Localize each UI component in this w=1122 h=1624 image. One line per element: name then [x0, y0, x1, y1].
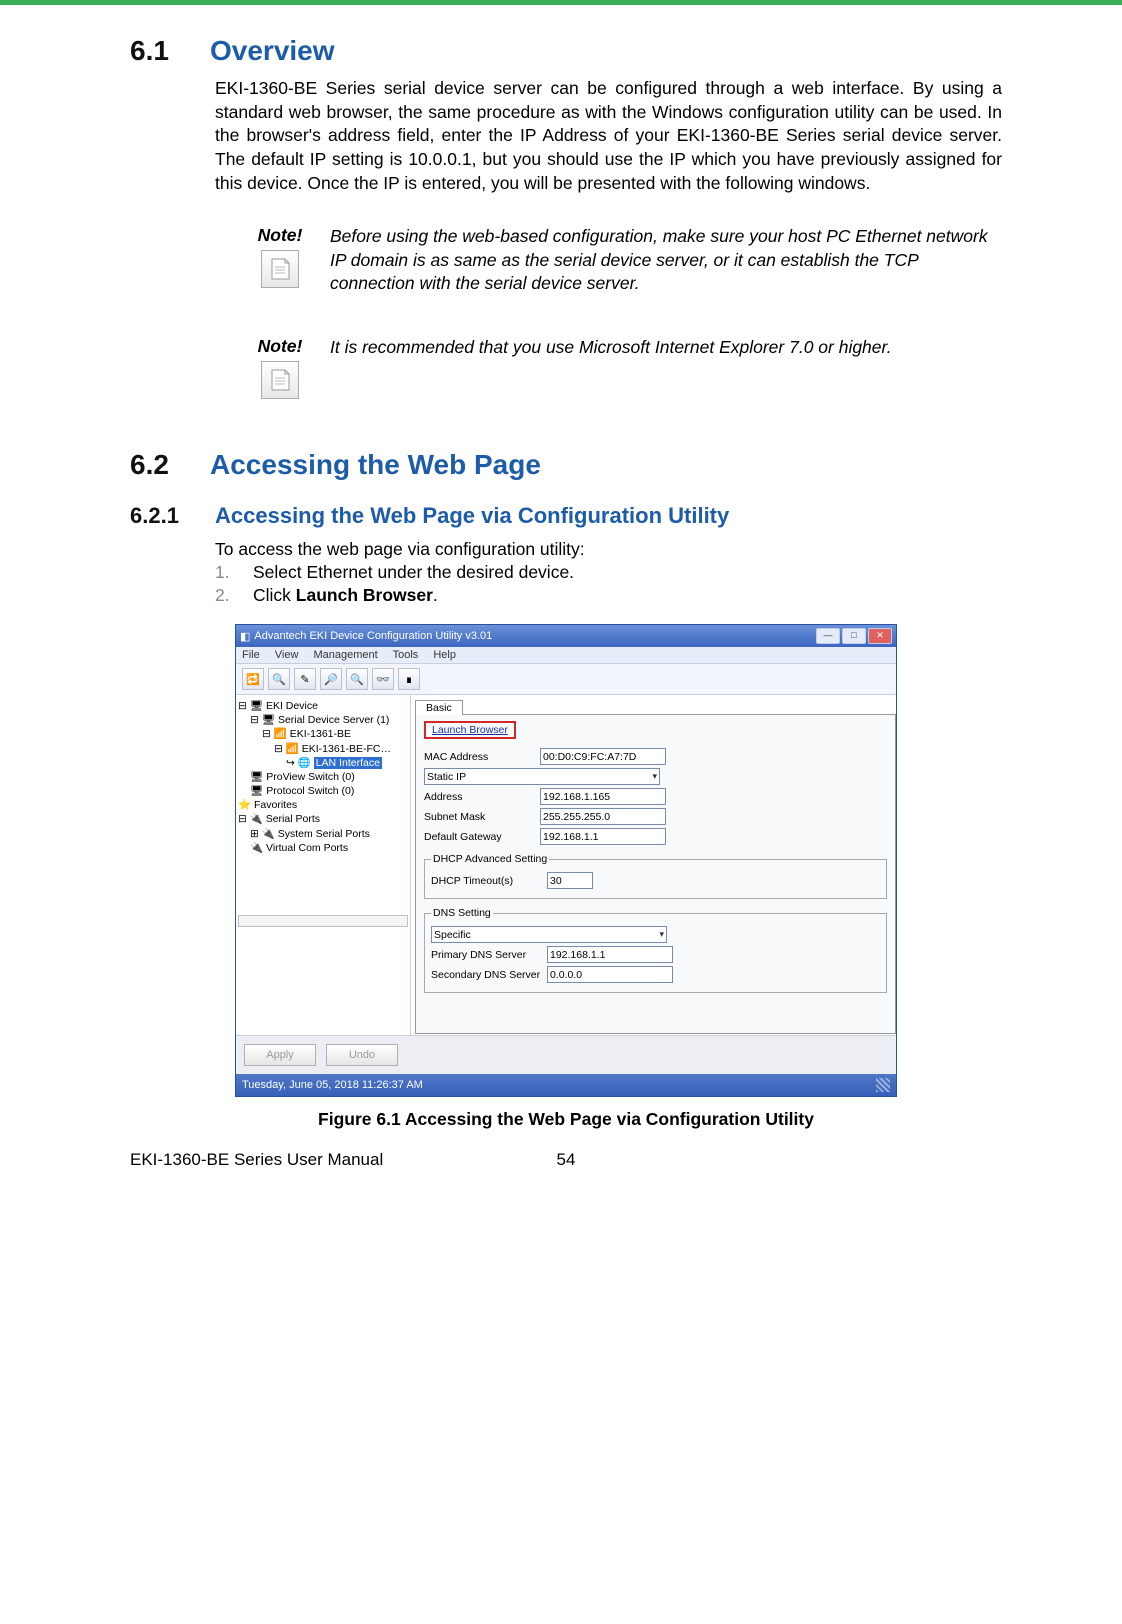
note-text: Before using the web-based configuration… [330, 225, 1002, 296]
maximize-button[interactable]: □ [842, 628, 866, 644]
dns1-input[interactable]: 192.168.1.1 [547, 946, 673, 963]
step-number: 2. [215, 585, 253, 606]
toolbar-icon[interactable]: 🔎 [320, 668, 342, 690]
content-area: 6.1 Overview EKI-1360-BE Series serial d… [130, 35, 1002, 1130]
section-number: 6.2 [130, 449, 210, 481]
step-text: Click Launch Browser. [253, 585, 1002, 606]
ip-mode-dropdown[interactable]: Static IP [424, 768, 660, 785]
note-label: Note! [258, 225, 303, 246]
app-icon: ◧ [240, 630, 250, 643]
window-titlebar: ◧ Advantech EKI Device Configuration Uti… [236, 625, 896, 647]
menu-file[interactable]: File [242, 649, 260, 661]
menu-view[interactable]: View [275, 649, 299, 661]
toolbar: 🔁 🔍 ✎ 🔎 🔍 👓 ∎ [236, 664, 896, 695]
window-controls: — □ ✕ [816, 628, 892, 644]
resize-grip-icon [876, 1078, 890, 1092]
page-footer: EKI-1360-BE Series User Manual 54 [130, 1150, 1002, 1170]
properties-panel: Basic Launch Browser MAC Address 00:D0:C9… [411, 695, 896, 1035]
subsection-number: 6.2.1 [130, 503, 215, 529]
step-1: 1. Select Ethernet under the desired dev… [215, 562, 1002, 583]
status-time: Tuesday, June 05, 2018 11:26:37 AM [242, 1079, 423, 1091]
note-label: Note! [258, 336, 303, 357]
window-title: ◧ Advantech EKI Device Configuration Uti… [240, 630, 492, 643]
gateway-label: Default Gateway [424, 831, 534, 843]
device-tree[interactable]: ⊟ 🖥 EKI Device ⊟ 🖥 Serial Device Server … [236, 695, 411, 1035]
workarea: ⊟ 🖥 EKI Device ⊟ 🖥 Serial Device Server … [236, 695, 896, 1035]
menu-help[interactable]: Help [433, 649, 456, 661]
undo-button[interactable]: Undo [326, 1044, 398, 1066]
button-row: Apply Undo [236, 1035, 896, 1074]
toolbar-icon[interactable]: 🔍 [268, 668, 290, 690]
note-label-col: Note! [250, 225, 310, 296]
section-6-2-1-header: 6.2.1 Accessing the Web Page via Configu… [130, 503, 1002, 529]
figure-caption: Figure 6.1 Accessing the Web Page via Co… [318, 1109, 814, 1130]
dns2-label: Secondary DNS Server [431, 969, 541, 981]
config-utility-window: ◧ Advantech EKI Device Configuration Uti… [235, 624, 897, 1097]
section-6-2-header: 6.2 Accessing the Web Page [130, 449, 1002, 481]
subnet-label: Subnet Mask [424, 811, 534, 823]
menu-bar: File View Management Tools Help [236, 647, 896, 664]
figure-wrap: ◧ Advantech EKI Device Configuration Uti… [130, 624, 1002, 1130]
dns-mode-dropdown[interactable]: Specific [431, 926, 667, 943]
dns1-label: Primary DNS Server [431, 949, 541, 961]
note-1: Note! Before using the web-based configu… [250, 225, 1002, 296]
section-number: 6.1 [130, 35, 210, 67]
note-icon [261, 361, 299, 399]
apply-button[interactable]: Apply [244, 1044, 316, 1066]
address-input[interactable]: 192.168.1.165 [540, 788, 666, 805]
dhcp-timeout-input[interactable]: 30 [547, 872, 593, 889]
intro-line: To access the web page via configuration… [215, 539, 1002, 560]
section-title: Overview [210, 35, 335, 67]
overview-paragraph: EKI-1360-BE Series serial device server … [215, 77, 1002, 195]
note-text: It is recommended that you use Microsoft… [330, 336, 1002, 399]
step-2: 2. Click Launch Browser. [215, 585, 1002, 606]
step-number: 1. [215, 562, 253, 583]
tree-scrollbar[interactable] [238, 915, 408, 927]
dhcp-fieldset: DHCP Advanced Setting DHCP Timeout(s)30 [424, 853, 887, 899]
status-bar: Tuesday, June 05, 2018 11:26:37 AM [236, 1074, 896, 1096]
mac-value: 00:D0:C9:FC:A7:7D [540, 748, 666, 765]
toolbar-icon[interactable]: ✎ [294, 668, 316, 690]
note-2: Note! It is recommended that you use Mic… [250, 336, 1002, 399]
gateway-input[interactable]: 192.168.1.1 [540, 828, 666, 845]
toolbar-icon[interactable]: 🔍 [346, 668, 368, 690]
tab-basic[interactable]: Basic [415, 700, 463, 715]
launch-browser-link[interactable]: Launch Browser [424, 721, 516, 739]
minimize-button[interactable]: — [816, 628, 840, 644]
menu-management[interactable]: Management [314, 649, 378, 661]
toolbar-icon[interactable]: ∎ [398, 668, 420, 690]
note-icon [261, 250, 299, 288]
close-button[interactable]: ✕ [868, 628, 892, 644]
dhcp-timeout-label: DHCP Timeout(s) [431, 875, 541, 887]
subsection-title: Accessing the Web Page via Configuration… [215, 503, 729, 529]
dns2-input[interactable]: 0.0.0.0 [547, 966, 673, 983]
top-accent-bar [0, 0, 1122, 5]
toolbar-icon[interactable]: 🔁 [242, 668, 264, 690]
section-title: Accessing the Web Page [210, 449, 541, 481]
page: 6.1 Overview EKI-1360-BE Series serial d… [0, 0, 1122, 1190]
subnet-input[interactable]: 255.255.255.0 [540, 808, 666, 825]
footer-page: 54 [557, 1150, 576, 1170]
mac-label: MAC Address [424, 751, 534, 763]
tree-selected-item: LAN Interface [314, 757, 382, 769]
menu-tools[interactable]: Tools [393, 649, 419, 661]
section-6-1-header: 6.1 Overview [130, 35, 1002, 67]
toolbar-icon[interactable]: 👓 [372, 668, 394, 690]
address-label: Address [424, 791, 534, 803]
note-label-col: Note! [250, 336, 310, 399]
dns-fieldset: DNS Setting Specific Primary DNS Server1… [424, 907, 887, 993]
step-text: Select Ethernet under the desired device… [253, 562, 1002, 583]
